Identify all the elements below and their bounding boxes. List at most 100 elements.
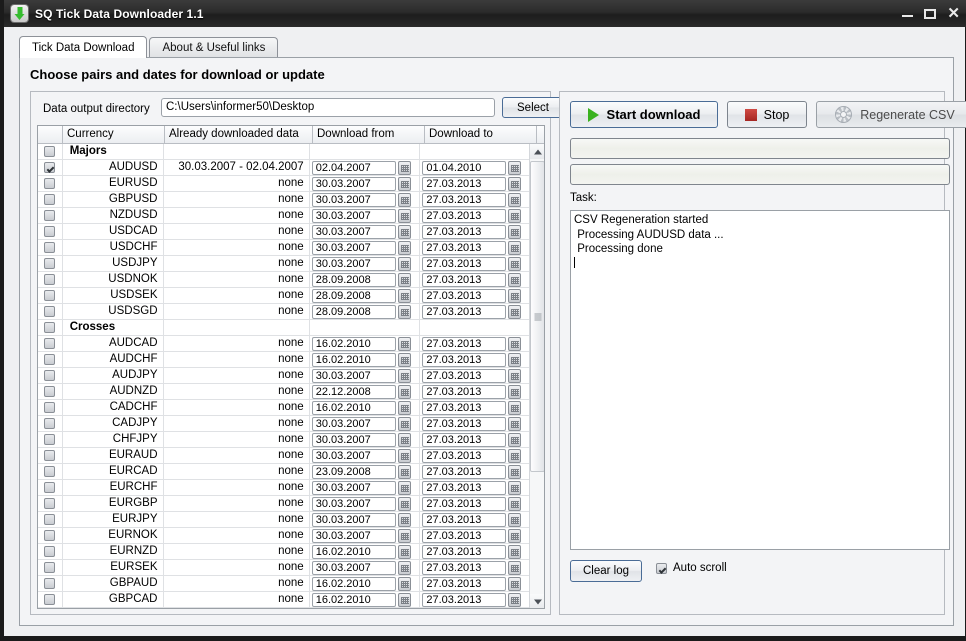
row-checkbox-cell[interactable]: [38, 400, 63, 415]
row-checkbox-cell[interactable]: [38, 496, 63, 511]
row-checkbox-cell[interactable]: [38, 144, 63, 159]
table-row[interactable]: CHFJPY none 30.03.2007 27.03.2013: [38, 432, 531, 448]
row-checkbox[interactable]: [44, 290, 56, 301]
download-from-input[interactable]: 30.03.2007: [311, 528, 396, 543]
row-checkbox[interactable]: [44, 146, 56, 157]
calendar-icon[interactable]: [397, 368, 411, 383]
calendar-icon[interactable]: [508, 256, 522, 271]
row-checkbox[interactable]: [44, 258, 56, 269]
calendar-icon[interactable]: [508, 528, 522, 543]
calendar-icon[interactable]: [397, 288, 411, 303]
row-checkbox[interactable]: [44, 226, 56, 237]
calendar-icon[interactable]: [508, 384, 522, 399]
table-row[interactable]: EURGBP none 30.03.2007 27.03.2013: [38, 496, 531, 512]
calendar-icon[interactable]: [508, 368, 522, 383]
calendar-icon[interactable]: [508, 496, 522, 511]
download-to-input[interactable]: 27.03.2013: [422, 496, 507, 511]
row-checkbox[interactable]: [44, 402, 56, 413]
calendar-icon[interactable]: [397, 480, 411, 495]
table-row[interactable]: CADJPY none 30.03.2007 27.03.2013: [38, 416, 531, 432]
calendar-icon[interactable]: [508, 464, 522, 479]
row-checkbox[interactable]: [44, 578, 56, 589]
row-checkbox-cell[interactable]: [38, 256, 63, 271]
calendar-icon[interactable]: [508, 400, 522, 415]
row-checkbox-cell[interactable]: [38, 544, 63, 559]
row-checkbox[interactable]: [44, 210, 56, 221]
download-from-input[interactable]: 30.03.2007: [311, 240, 396, 255]
row-checkbox-cell[interactable]: [38, 192, 63, 207]
calendar-icon[interactable]: [508, 512, 522, 527]
download-to-input[interactable]: 27.03.2013: [422, 528, 507, 543]
start-download-button[interactable]: Start download: [570, 101, 718, 128]
calendar-icon[interactable]: [397, 416, 411, 431]
row-checkbox[interactable]: [44, 370, 56, 381]
calendar-icon[interactable]: [397, 448, 411, 463]
calendar-icon[interactable]: [508, 192, 522, 207]
download-from-input[interactable]: 28.09.2008: [311, 304, 396, 319]
table-row[interactable]: USDCHF none 30.03.2007 27.03.2013: [38, 240, 531, 256]
download-to-input[interactable]: 27.03.2013: [422, 384, 507, 399]
row-checkbox-cell[interactable]: [38, 352, 63, 367]
download-from-input[interactable]: 16.02.2010: [311, 544, 396, 559]
table-row[interactable]: EURJPY none 30.03.2007 27.03.2013: [38, 512, 531, 528]
row-checkbox-cell[interactable]: [38, 576, 63, 591]
row-checkbox-cell[interactable]: [38, 416, 63, 431]
auto-scroll-option[interactable]: Auto scroll: [656, 562, 727, 574]
download-to-input[interactable]: 01.04.2010: [422, 160, 507, 175]
tab-tick-data-download[interactable]: Tick Data Download: [19, 36, 148, 58]
grid-header-download-to[interactable]: Download to: [425, 126, 537, 143]
row-checkbox-cell[interactable]: [38, 320, 63, 335]
download-to-input[interactable]: 27.03.2013: [422, 592, 507, 607]
row-checkbox-cell[interactable]: [38, 160, 63, 175]
row-checkbox[interactable]: [44, 530, 56, 541]
row-checkbox-cell[interactable]: [38, 240, 63, 255]
calendar-icon[interactable]: [397, 224, 411, 239]
row-checkbox[interactable]: [44, 546, 56, 557]
download-from-input[interactable]: 30.03.2007: [311, 432, 396, 447]
table-row[interactable]: GBPCAD none 16.02.2010 27.03.2013: [38, 592, 531, 608]
calendar-icon[interactable]: [508, 416, 522, 431]
calendar-icon[interactable]: [397, 576, 411, 591]
grid-header-currency[interactable]: Currency: [63, 126, 165, 143]
calendar-icon[interactable]: [508, 352, 522, 367]
download-to-input[interactable]: 27.03.2013: [422, 256, 507, 271]
table-row[interactable]: EURUSD none 30.03.2007 27.03.2013: [38, 176, 531, 192]
download-from-input[interactable]: 30.03.2007: [311, 416, 396, 431]
calendar-icon[interactable]: [508, 544, 522, 559]
download-to-input[interactable]: 27.03.2013: [422, 352, 507, 367]
calendar-icon[interactable]: [508, 432, 522, 447]
scrollbar-thumb[interactable]: [530, 161, 544, 472]
download-to-input[interactable]: 27.03.2013: [422, 224, 507, 239]
row-checkbox[interactable]: [44, 354, 56, 365]
download-from-input[interactable]: 30.03.2007: [311, 496, 396, 511]
download-to-input[interactable]: 27.03.2013: [422, 288, 507, 303]
calendar-icon[interactable]: [508, 592, 522, 607]
row-checkbox[interactable]: [44, 482, 56, 493]
select-directory-button[interactable]: Select: [502, 97, 564, 118]
grid-header-already-downloaded[interactable]: Already downloaded data: [165, 126, 313, 143]
row-checkbox[interactable]: [44, 194, 56, 205]
calendar-icon[interactable]: [397, 160, 411, 175]
calendar-icon[interactable]: [508, 448, 522, 463]
table-row[interactable]: EURCAD none 23.09.2008 27.03.2013: [38, 464, 531, 480]
grid-group-row[interactable]: Crosses: [38, 320, 531, 336]
download-to-input[interactable]: 27.03.2013: [422, 336, 507, 351]
calendar-icon[interactable]: [508, 576, 522, 591]
table-row[interactable]: AUDUSD 30.03.2007 - 02.04.2007 02.04.2007 0…: [38, 160, 531, 176]
download-from-input[interactable]: 30.03.2007: [311, 224, 396, 239]
table-row[interactable]: EURNOK none 30.03.2007 27.03.2013: [38, 528, 531, 544]
download-to-input[interactable]: 27.03.2013: [422, 480, 507, 495]
table-row[interactable]: USDSEK none 28.09.2008 27.03.2013: [38, 288, 531, 304]
download-to-input[interactable]: 27.03.2013: [422, 272, 507, 287]
table-row[interactable]: EURAUD none 30.03.2007 27.03.2013: [38, 448, 531, 464]
calendar-icon[interactable]: [397, 240, 411, 255]
maximize-button[interactable]: [924, 8, 937, 19]
download-to-input[interactable]: 27.03.2013: [422, 176, 507, 191]
row-checkbox[interactable]: [44, 594, 56, 605]
row-checkbox-cell[interactable]: [38, 304, 63, 319]
row-checkbox-cell[interactable]: [38, 384, 63, 399]
calendar-icon[interactable]: [397, 336, 411, 351]
calendar-icon[interactable]: [397, 528, 411, 543]
minimize-button[interactable]: [902, 8, 914, 19]
row-checkbox[interactable]: [44, 418, 56, 429]
